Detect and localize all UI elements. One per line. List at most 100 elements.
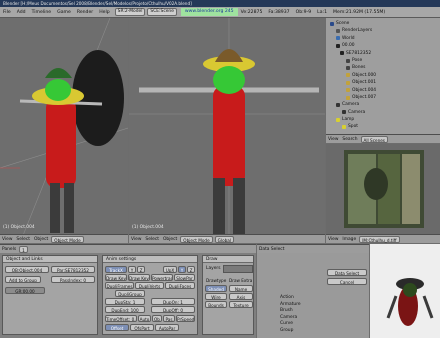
up-z-button[interactable]: Z <box>187 266 195 273</box>
menu-timeline[interactable]: Timeline <box>29 10 55 15</box>
scene-selector[interactable]: SCE:Scene <box>147 8 177 16</box>
viewport-left-header: View Select Object Object Mode <box>0 234 128 243</box>
dup-off-field[interactable]: DupOff: 0 <box>151 306 195 313</box>
dup-sta-field[interactable]: DupSta: 1 <box>105 298 145 305</box>
auto-button[interactable]: Auto <box>138 315 151 322</box>
outliner-row[interactable]: Spot <box>328 123 440 130</box>
vp-left-select-menu[interactable]: Select <box>14 237 32 242</box>
mid-body-shape <box>213 86 245 186</box>
bounds-button[interactable]: Bounds <box>205 301 227 308</box>
menu-render[interactable]: Render <box>74 10 96 15</box>
viewport-mid[interactable]: (1) Object.004 View Select Object Object… <box>129 18 325 243</box>
vp-mid-select-menu[interactable]: Select <box>143 237 161 242</box>
autopar-button[interactable]: AutoPar <box>155 324 179 331</box>
outliner-row[interactable]: RenderLayers <box>328 27 440 34</box>
outliner-row[interactable]: 00.00 <box>328 42 440 49</box>
vp-mid-object-menu[interactable]: Object <box>161 237 179 242</box>
offset-button[interactable]: Offset <box>105 324 129 331</box>
data-select-button[interactable]: Data Select <box>327 269 367 276</box>
outliner-row[interactable]: Object.001 <box>328 79 440 86</box>
ob-button[interactable]: Ob <box>152 315 162 322</box>
name-button[interactable]: Name <box>229 285 253 292</box>
outliner-row[interactable]: Bones <box>328 64 440 71</box>
outliner-row[interactable]: Camera <box>328 101 440 108</box>
layer-buttons[interactable] <box>223 265 253 273</box>
lamp-icon <box>336 117 340 122</box>
cancel-button[interactable]: Cancel <box>327 278 367 285</box>
dup-end-field[interactable]: DupEnd: 100 <box>105 306 145 313</box>
buttons-panels-menu[interactable]: Panels <box>0 247 18 252</box>
group-field[interactable]: GR:00.00 <box>5 287 45 294</box>
passindex-field[interactable]: PassIndex: 0 <box>51 276 95 283</box>
outliner-panel[interactable]: Scene RenderLayers World 00.00 SE7812352… <box>326 18 440 143</box>
draw-extra-label: Draw Extra <box>229 278 253 283</box>
dupliframes-button[interactable]: DupliFrames <box>105 282 134 289</box>
up-y-button[interactable]: Y <box>178 266 186 273</box>
powertrack-button[interactable]: Powertrack <box>151 274 173 281</box>
draw-key-button[interactable]: Draw Key <box>105 274 127 281</box>
menu-add[interactable]: Add <box>14 10 29 15</box>
outliner-row[interactable]: Object.007 <box>328 94 440 101</box>
vp-mid-mode-select[interactable]: Object Mode <box>180 235 213 243</box>
scene-icon <box>330 21 334 26</box>
menu-file[interactable]: File <box>0 10 14 15</box>
ofspart-button[interactable]: OfsPart <box>130 324 154 331</box>
draw-title: Draw <box>203 256 253 263</box>
wire-button[interactable]: Wire <box>205 293 227 300</box>
list-item[interactable]: Group <box>277 328 325 335</box>
dupligroup-button[interactable]: DupliGroup <box>115 290 145 297</box>
menu-help[interactable]: Help <box>96 10 112 15</box>
prspeed-button[interactable]: PrSpeed <box>176 315 195 322</box>
vp-left-mode-select[interactable]: Object Mode <box>51 235 84 243</box>
axis-button[interactable]: Axis <box>229 293 253 300</box>
blender-link[interactable]: www.blender.org 245 <box>180 8 238 16</box>
shaded-button[interactable]: Shaded <box>205 285 227 292</box>
image-name-field[interactable]: IM:Cthulhu_d.tiff <box>359 235 400 243</box>
duplifaces-button[interactable]: DupliFaces <box>165 282 195 289</box>
outliner-row[interactable]: Pose <box>328 57 440 64</box>
image-image-menu[interactable]: Image <box>340 237 358 242</box>
parent-field[interactable]: Par:SE7812352 <box>51 266 95 273</box>
data-select-window[interactable]: Data Select Data Select Cancel Action Ar… <box>257 244 369 338</box>
up-x-button[interactable]: UpX <box>163 266 177 273</box>
frame-field[interactable]: 1 <box>19 245 28 253</box>
outliner-view-menu[interactable]: View <box>326 137 340 142</box>
outliner-row[interactable]: Camera <box>328 109 440 116</box>
outliner-scope-select[interactable]: All Scenes <box>360 135 388 143</box>
vp-left-view-menu[interactable]: View <box>0 237 14 242</box>
head-shape <box>45 79 71 101</box>
outliner-row[interactable]: Lamp <box>328 116 440 123</box>
dupliverts-button[interactable]: DupliVerts <box>135 282 164 289</box>
image-editor[interactable]: View Image IM:Cthulhu_d.tiff <box>326 144 440 243</box>
outliner-row[interactable]: SE7812352 <box>328 50 440 57</box>
track-z-button[interactable]: Z <box>137 266 145 273</box>
outliner-row[interactable]: World <box>328 35 440 42</box>
outliner-search-menu[interactable]: Search <box>340 137 359 142</box>
outliner-row[interactable]: Object.000 <box>328 72 440 79</box>
vp-mid-orientation-select[interactable]: Global <box>214 235 235 243</box>
screen-selector[interactable]: SR:2-Model <box>114 8 146 16</box>
time-offset-field[interactable]: TimeOffset: 0.000 <box>105 315 137 322</box>
group-icon <box>336 43 340 48</box>
texture-button[interactable]: Texture <box>229 301 253 308</box>
outliner-row[interactable]: Scene <box>328 20 440 27</box>
mid-head-shape <box>213 66 245 94</box>
render-figure <box>370 244 440 338</box>
armature-icon <box>340 51 344 56</box>
add-to-group-button[interactable]: Add to Group <box>5 276 41 283</box>
menu-game[interactable]: Game <box>54 10 74 15</box>
image-editor-header: View Image IM:Cthulhu_d.tiff <box>326 234 440 243</box>
viewport-left[interactable]: (1) Object.004 View Select Object Object… <box>0 18 128 243</box>
draw-key-s-button[interactable]: Draw Key S <box>128 274 150 281</box>
vp-left-object-menu[interactable]: Object <box>32 237 50 242</box>
track-x-button[interactable]: TrackX <box>105 266 127 273</box>
object-name-field[interactable]: OB:Object.004 <box>5 266 49 273</box>
track-y-button[interactable]: Y <box>128 266 136 273</box>
vp-mid-view-menu[interactable]: View <box>129 237 143 242</box>
dup-on-field[interactable]: DupOn: 1 <box>151 298 195 305</box>
camera-icon <box>336 102 340 107</box>
image-view-menu[interactable]: View <box>326 237 340 242</box>
slowpar-button[interactable]: SlowPar <box>174 274 195 281</box>
par-button[interactable]: Pas <box>163 315 175 322</box>
outliner-row[interactable]: Object.004 <box>328 87 440 94</box>
